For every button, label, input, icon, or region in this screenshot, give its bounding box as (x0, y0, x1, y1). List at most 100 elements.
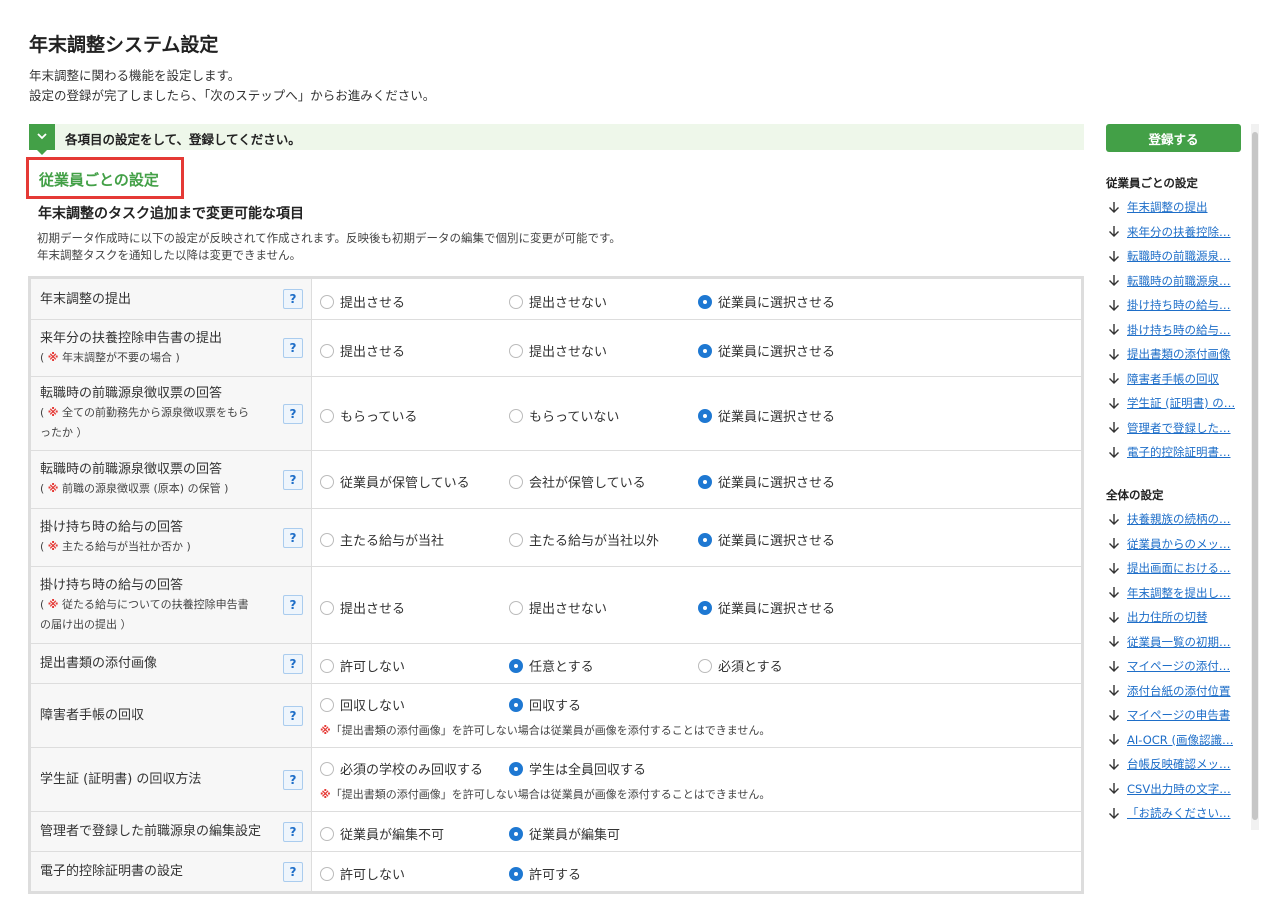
nav-item-emp-9[interactable]: 管理者で登録した… (1108, 420, 1246, 436)
radio-button[interactable] (509, 761, 523, 776)
nav-item-all-10[interactable]: 台帳反映確認メッ… (1108, 756, 1246, 772)
radio-option[interactable]: 提出させる (320, 598, 405, 617)
chevron-down-icon[interactable] (29, 124, 55, 155)
nav-item-emp-1[interactable]: 来年分の扶養控除… (1108, 224, 1246, 240)
help-icon[interactable]: ? (283, 338, 303, 358)
radio-option[interactable]: 会社が保管している (509, 472, 646, 491)
nav-item-all-12[interactable]: 「お読みください… (1108, 805, 1246, 821)
radio-option[interactable]: 任意とする (509, 656, 594, 675)
nav-link[interactable]: 電子的控除証明書… (1127, 444, 1231, 460)
radio-button[interactable] (509, 474, 523, 489)
radio-option[interactable]: 従業員に選択させる (698, 406, 835, 425)
nav-link[interactable]: 学生証 (証明書) の… (1127, 395, 1235, 411)
nav-item-emp-3[interactable]: 転職時の前職源泉… (1108, 273, 1246, 289)
radio-option[interactable]: 主たる給与が当社 (320, 530, 444, 549)
radio-option[interactable]: 従業員に選択させる (698, 530, 835, 549)
help-icon[interactable]: ? (283, 469, 303, 490)
help-icon[interactable]: ? (283, 289, 303, 309)
nav-item-all-5[interactable]: 従業員一覧の初期… (1108, 634, 1246, 650)
nav-item-emp-2[interactable]: 転職時の前職源泉… (1108, 248, 1246, 264)
radio-button[interactable] (509, 866, 523, 881)
radio-button[interactable] (698, 408, 712, 423)
register-button[interactable]: 登録する (1106, 124, 1241, 152)
radio-option[interactable]: 従業員に選択させる (698, 341, 835, 360)
nav-item-all-4[interactable]: 出力住所の切替 (1108, 609, 1246, 625)
radio-button[interactable] (509, 408, 523, 423)
nav-link[interactable]: 年末調整の提出 (1127, 199, 1208, 215)
nav-item-emp-5[interactable]: 掛け持ち時の給与… (1108, 322, 1246, 338)
nav-item-all-11[interactable]: CSV出力時の文字… (1108, 781, 1246, 797)
nav-link[interactable]: 提出画面における… (1127, 560, 1231, 576)
scrollbar-thumb[interactable] (1252, 132, 1258, 820)
nav-item-emp-7[interactable]: 障害者手帳の回収 (1108, 371, 1246, 387)
radio-option[interactable]: 従業員に選択させる (698, 472, 835, 491)
help-icon[interactable]: ? (283, 705, 303, 726)
nav-link[interactable]: 管理者で登録した… (1127, 420, 1231, 436)
nav-item-all-0[interactable]: 扶養親族の続柄の… (1108, 511, 1246, 527)
help-icon[interactable]: ? (283, 403, 303, 424)
nav-link[interactable]: 掛け持ち時の給与… (1127, 297, 1231, 313)
nav-link[interactable]: 「お読みください… (1127, 805, 1231, 821)
radio-option[interactable]: もらっていない (509, 406, 619, 425)
nav-item-emp-4[interactable]: 掛け持ち時の給与… (1108, 297, 1246, 313)
radio-button[interactable] (509, 826, 523, 841)
nav-link[interactable]: 従業員からのメッ… (1127, 536, 1231, 552)
radio-option[interactable]: 従業員に選択させる (698, 598, 835, 617)
nav-item-all-8[interactable]: マイページの申告書 (1108, 707, 1246, 723)
radio-option[interactable]: 従業員が編集可 (509, 824, 620, 843)
nav-link[interactable]: 添付台紙の添付位置 (1127, 683, 1231, 699)
radio-option[interactable]: 提出させない (509, 598, 607, 617)
radio-option[interactable]: 回収する (509, 695, 581, 714)
nav-link[interactable]: マイページの申告書 (1127, 707, 1230, 723)
radio-option[interactable]: 必須の学校のみ回収する (320, 759, 483, 778)
radio-option[interactable]: 従業員に選択させる (698, 292, 835, 311)
nav-link[interactable]: 出力住所の切替 (1127, 609, 1208, 625)
nav-link[interactable]: 扶養親族の続柄の… (1127, 511, 1231, 527)
radio-option[interactable]: 従業員が保管している (320, 472, 470, 491)
radio-button[interactable] (698, 474, 712, 489)
radio-option[interactable]: 従業員が編集不可 (320, 824, 444, 843)
help-icon[interactable]: ? (283, 527, 303, 548)
radio-button[interactable] (320, 697, 334, 712)
radio-button[interactable] (320, 600, 334, 615)
radio-button[interactable] (320, 826, 334, 841)
help-icon[interactable]: ? (283, 861, 303, 882)
radio-button[interactable] (698, 658, 712, 673)
nav-link[interactable]: 転職時の前職源泉… (1127, 273, 1231, 289)
radio-option[interactable]: 回収しない (320, 695, 405, 714)
radio-button[interactable] (509, 658, 523, 673)
nav-link[interactable]: マイページの添付… (1127, 658, 1230, 674)
radio-button[interactable] (320, 866, 334, 881)
radio-button[interactable] (509, 343, 523, 358)
nav-link[interactable]: 転職時の前職源泉… (1127, 248, 1231, 264)
radio-button[interactable] (509, 600, 523, 615)
radio-option[interactable]: 許可する (509, 864, 581, 883)
radio-option[interactable]: 主たる給与が当社以外 (509, 530, 659, 549)
nav-link[interactable]: 従業員一覧の初期… (1127, 634, 1231, 650)
nav-item-emp-8[interactable]: 学生証 (証明書) の… (1108, 395, 1246, 411)
nav-link[interactable]: 来年分の扶養控除… (1127, 224, 1231, 240)
radio-option[interactable]: 必須とする (698, 656, 783, 675)
radio-option[interactable]: 提出させる (320, 341, 405, 360)
radio-button[interactable] (509, 697, 523, 712)
radio-option[interactable]: 提出させる (320, 292, 405, 311)
radio-button[interactable] (320, 408, 334, 423)
radio-button[interactable] (698, 532, 712, 547)
radio-button[interactable] (320, 343, 334, 358)
nav-item-all-2[interactable]: 提出画面における… (1108, 560, 1246, 576)
nav-item-all-9[interactable]: AI-OCR (画像認識… (1108, 732, 1246, 748)
nav-link[interactable]: 掛け持ち時の給与… (1127, 322, 1231, 338)
nav-item-all-7[interactable]: 添付台紙の添付位置 (1108, 683, 1246, 699)
radio-button[interactable] (698, 343, 712, 358)
nav-link[interactable]: AI-OCR (画像認識… (1127, 732, 1233, 748)
nav-item-emp-6[interactable]: 提出書類の添付画像 (1108, 346, 1246, 362)
radio-option[interactable]: 学生は全員回収する (509, 759, 646, 778)
radio-option[interactable]: もらっている (320, 406, 417, 425)
radio-button[interactable] (320, 474, 334, 489)
radio-button[interactable] (320, 294, 334, 309)
radio-option[interactable]: 許可しない (320, 656, 405, 675)
radio-button[interactable] (509, 532, 523, 547)
nav-link[interactable]: 提出書類の添付画像 (1127, 346, 1231, 362)
radio-button[interactable] (320, 761, 334, 776)
nav-link[interactable]: 障害者手帳の回収 (1127, 371, 1219, 387)
